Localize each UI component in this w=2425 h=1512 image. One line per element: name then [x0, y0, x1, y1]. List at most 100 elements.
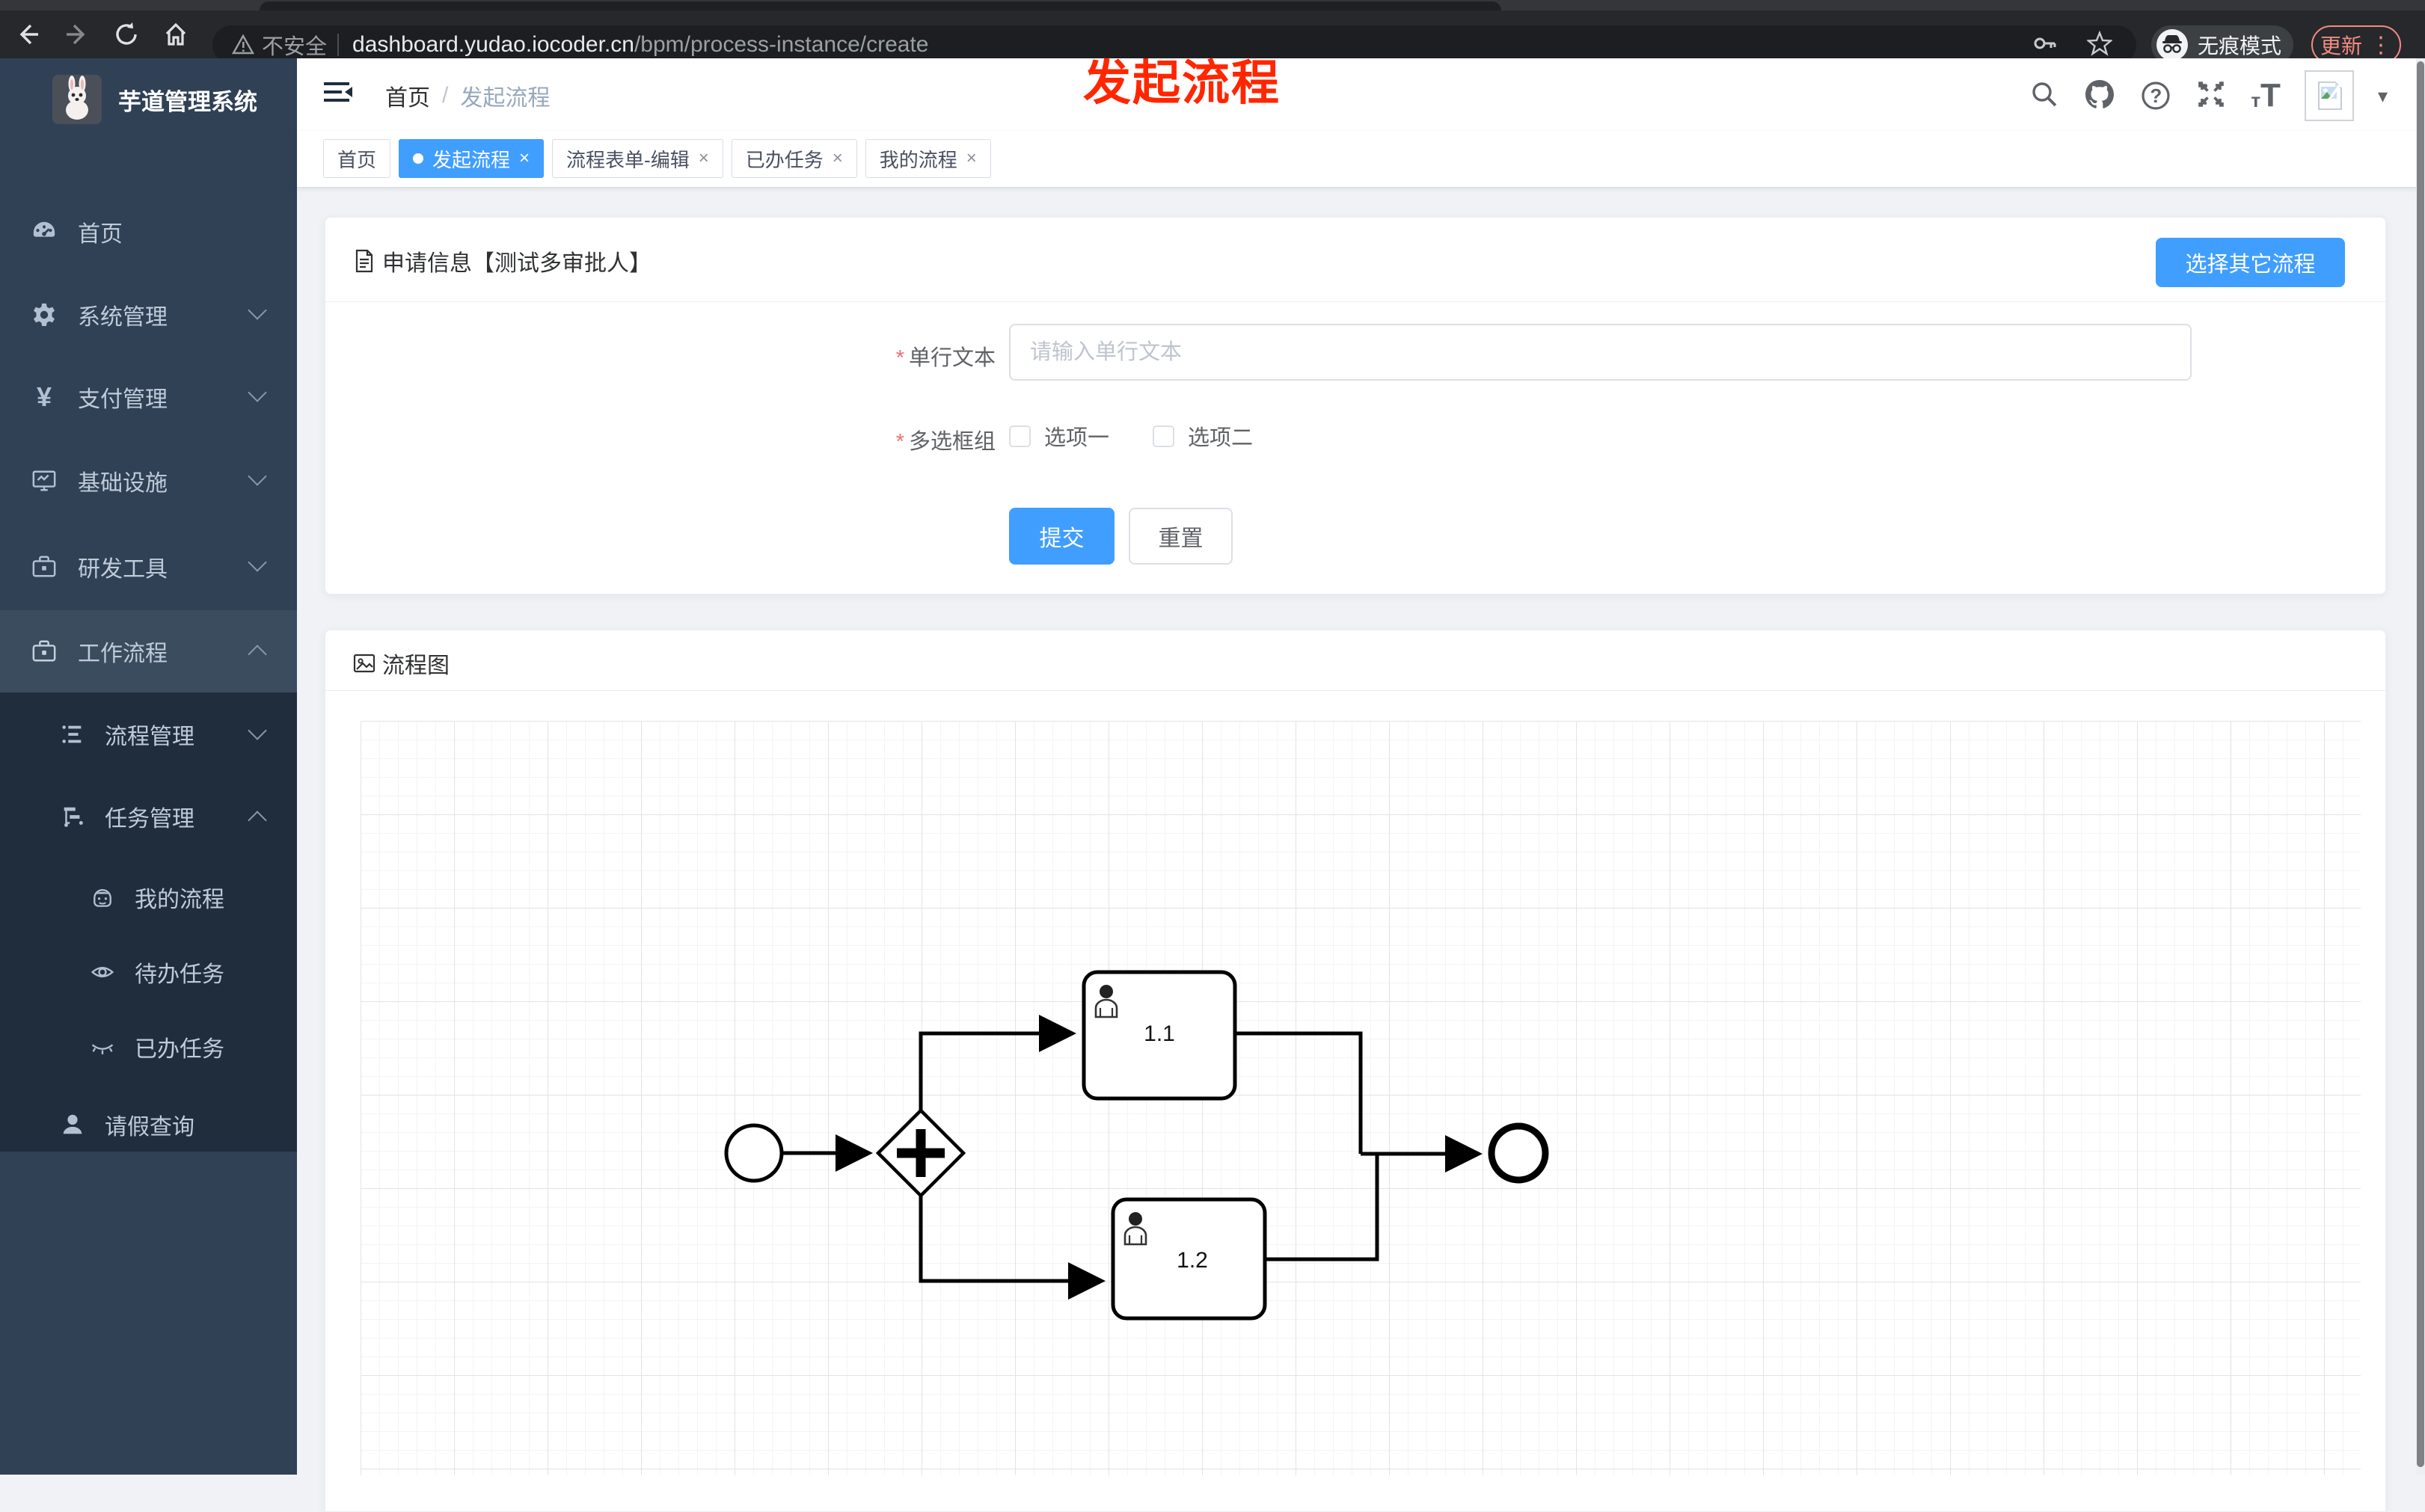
github-icon[interactable]	[2083, 78, 2116, 114]
sidebar-item-process-mgmt[interactable]: 流程管理	[0, 694, 297, 775]
browser-tabstrip	[0, 0, 2425, 10]
search-icon[interactable]	[2029, 79, 2059, 113]
tab-label: 首页	[337, 148, 377, 171]
checkbox-group: 选项一 选项二	[1009, 421, 1253, 451]
tab-home[interactable]: 首页	[323, 139, 391, 178]
browser-menu-icon[interactable]: ⋮	[2370, 32, 2392, 58]
app-title: 芋道管理系统	[118, 88, 257, 115]
sidebar-item-label: 我的流程	[135, 888, 224, 912]
sidebar-item-home[interactable]: 首页	[0, 191, 297, 273]
breadcrumb-home[interactable]: 首页	[385, 79, 430, 112]
eye-closed-icon	[90, 1034, 115, 1060]
sidebar-item-label: 系统管理	[78, 305, 168, 330]
bpmn-canvas[interactable]: 1.1 1.2	[361, 721, 2361, 1475]
sidebar-item-leave-query[interactable]: 请假查询	[0, 1084, 297, 1165]
app-header: 首页 / 发起流程 ? тT ▾	[297, 58, 2425, 131]
checkbox-option-1[interactable]	[1009, 425, 1031, 447]
sidebar-item-label: 工作流程	[78, 642, 168, 666]
picture-icon	[353, 654, 375, 673]
process-list-icon	[60, 722, 85, 747]
tab-form-edit[interactable]: 流程表单-编辑 ×	[552, 139, 723, 178]
sidebar-item-my-process[interactable]: 我的流程	[0, 857, 297, 938]
single-line-text-label: * 单行文本	[895, 346, 996, 370]
scrollbar-thumb[interactable]	[2417, 61, 2424, 1467]
single-line-text-input[interactable]	[1009, 324, 2192, 381]
bpmn-end-event[interactable]	[1488, 1122, 1549, 1184]
chevron-down-icon	[248, 383, 267, 402]
button-label: 重置	[1158, 526, 1204, 551]
chevron-down-icon	[248, 301, 267, 320]
page-title-annotation: 发起流程	[1083, 56, 1281, 110]
flow-gateway-to-task1	[919, 1015, 1076, 1112]
url-host: dashboard.yudao.iocoder.cn	[352, 32, 634, 57]
monitor-icon	[31, 468, 57, 494]
task-1-label: 1.1	[1144, 1021, 1175, 1046]
flow-diagram-title: 流程图	[382, 654, 450, 678]
home-icon[interactable]	[159, 17, 193, 52]
bpmn-diagram: 1.1 1.2	[724, 970, 1549, 1321]
select-other-process-button[interactable]: 选择其它流程	[2156, 238, 2345, 287]
tab-create-process[interactable]: 发起流程 ×	[399, 139, 545, 178]
fullscreen-icon[interactable]	[2195, 79, 2227, 114]
app-logo	[52, 75, 102, 124]
update-label: 更新	[2320, 34, 2362, 58]
breadcrumb-separator: /	[442, 83, 449, 108]
not-secure-icon	[232, 34, 254, 55]
robot-face-icon	[90, 885, 115, 910]
forward-icon[interactable]	[60, 17, 94, 52]
eye-open-icon	[90, 959, 115, 985]
required-asterisk: *	[895, 430, 904, 454]
tab-label: 已办任务	[745, 148, 824, 171]
checkbox-option-1-label[interactable]: 选项一	[1044, 420, 1109, 452]
submit-button[interactable]: 提交	[1009, 508, 1115, 565]
tab-label: 流程表单-编辑	[566, 148, 690, 171]
flow-task2-join	[1265, 1155, 1379, 1261]
checkbox-option-2[interactable]	[1153, 425, 1175, 447]
sidebar-fold-icon[interactable]	[322, 78, 354, 111]
sidebar: 芋道管理系统 首页 系统管理 ¥ 支付管理 基础设施 研发工具 工作流程 流程管…	[0, 58, 297, 1475]
sidebar-item-label: 待办任务	[135, 962, 224, 987]
sidebar-item-done-tasks[interactable]: 已办任务	[0, 1007, 297, 1087]
back-icon[interactable]	[10, 17, 45, 52]
sidebar-item-system[interactable]: 系统管理	[0, 274, 297, 356]
browser-active-tab[interactable]	[260, 1, 1501, 10]
apply-info-card: 申请信息【测试多审批人】 选择其它流程 *单行文本 *多选框组 选项一 选项二 …	[325, 217, 2386, 594]
key-icon[interactable]	[2032, 31, 2057, 60]
sidebar-item-label: 基础设施	[78, 471, 168, 496]
avatar[interactable]	[2304, 70, 2354, 121]
reload-icon[interactable]	[109, 17, 144, 52]
user-icon	[60, 1112, 85, 1137]
sidebar-item-devtools[interactable]: 研发工具	[0, 526, 297, 608]
bpmn-start-event[interactable]	[724, 1123, 784, 1183]
close-icon[interactable]: ×	[519, 148, 530, 169]
tab-done-tasks[interactable]: 已办任务 ×	[731, 139, 857, 178]
sidebar-item-label: 流程管理	[105, 725, 194, 749]
close-icon[interactable]: ×	[966, 148, 977, 169]
tab-label: 我的流程	[879, 148, 957, 171]
briefcase-icon	[31, 639, 57, 664]
button-label: 提交	[1039, 526, 1085, 551]
header-actions: ? тT ▾	[2029, 64, 2388, 127]
logo-row[interactable]: 芋道管理系统	[0, 58, 297, 141]
tab-my-process[interactable]: 我的流程 ×	[865, 139, 991, 178]
font-size-icon[interactable]: тT	[2251, 79, 2281, 112]
sidebar-item-payment[interactable]: ¥ 支付管理	[0, 356, 297, 438]
checkbox-option-2-label[interactable]: 选项二	[1188, 420, 1253, 452]
help-icon[interactable]: ?	[2140, 80, 2171, 111]
sidebar-item-workflow[interactable]: 工作流程	[0, 610, 297, 692]
close-icon[interactable]: ×	[833, 148, 843, 169]
sidebar-item-label: 支付管理	[78, 387, 168, 412]
gateway-plus-icon	[916, 1129, 926, 1177]
avatar-caret-icon[interactable]: ▾	[2378, 84, 2388, 108]
bookmark-star-icon[interactable]	[2085, 30, 2114, 60]
workflow-submenu: 流程管理 任务管理 我的流程 待办任务 已办任务 请假查询	[0, 692, 297, 1152]
close-icon[interactable]: ×	[699, 148, 709, 169]
sidebar-item-task-mgmt[interactable]: 任务管理	[0, 776, 297, 857]
sidebar-item-infra[interactable]: 基础设施	[0, 440, 297, 522]
chevron-down-icon	[248, 721, 267, 740]
reset-button[interactable]: 重置	[1129, 508, 1233, 565]
chevron-down-icon	[248, 553, 267, 572]
sidebar-item-label: 研发工具	[78, 557, 168, 582]
flow-task1-join	[1235, 1031, 1363, 1154]
sidebar-item-todo-tasks[interactable]: 待办任务	[0, 932, 297, 1012]
